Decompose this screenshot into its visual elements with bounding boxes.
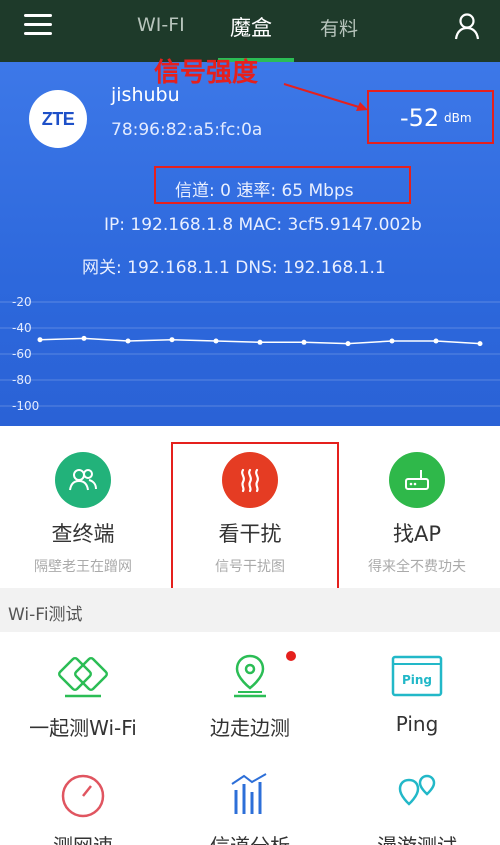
test-title: 漫游测试 bbox=[334, 830, 500, 845]
section-title: Wi-Fi测试 bbox=[8, 605, 83, 625]
signal-data-point bbox=[257, 339, 263, 345]
test-title: 测网速 bbox=[0, 830, 166, 845]
chart-y-tick-label: -80 bbox=[12, 373, 32, 387]
wifi-test-section-header: Wi-Fi测试 bbox=[0, 588, 500, 632]
tab-youliao[interactable]: 有料 bbox=[320, 14, 358, 41]
network-info-panel: ZTE jishubu 78:96:82:a5:fc:0a 信号强度 -52 d… bbox=[0, 58, 500, 426]
tool-subtitle: 隔壁老王在蹭网 bbox=[34, 559, 132, 575]
signal-data-point bbox=[389, 338, 395, 344]
signal-data-point bbox=[37, 337, 43, 343]
speedometer-icon bbox=[61, 774, 105, 818]
roaming-pins-icon bbox=[398, 774, 436, 806]
test-title: 边走边测 bbox=[210, 716, 290, 740]
ping-icon-label: Ping bbox=[402, 673, 432, 687]
test-title: Ping bbox=[395, 712, 439, 736]
signal-data-point bbox=[477, 341, 483, 347]
signal-data-point bbox=[301, 339, 307, 345]
test-walk-and-measure[interactable]: 边走边测 bbox=[167, 652, 333, 741]
test-title: 信道分析 bbox=[167, 830, 333, 845]
tool-subtitle: 得来全不费功夫 bbox=[368, 559, 466, 575]
gateway-dns-info: 网关: 192.168.1.1 DNS: 192.168.1.1 bbox=[82, 258, 386, 278]
test-ping[interactable]: Ping Ping bbox=[334, 652, 500, 736]
test-title: 一起测Wi-Fi bbox=[29, 716, 137, 740]
ping-icon: Ping bbox=[391, 655, 443, 697]
tab-mohe[interactable]: 魔盒 bbox=[230, 12, 272, 42]
signal-strength-unit: dBm bbox=[444, 111, 472, 125]
router-brand-logo: ZTE bbox=[29, 90, 87, 148]
chart-y-tick-label: -100 bbox=[12, 399, 39, 413]
tool-find-terminals[interactable]: 查终端 隔壁老王在蹭网 bbox=[0, 452, 166, 576]
signal-strength-value: -52 bbox=[400, 104, 440, 132]
signal-data-point bbox=[125, 338, 131, 344]
bar-chart-icon bbox=[231, 773, 267, 814]
signal-data-point bbox=[433, 338, 439, 344]
ip-mac-info: IP: 192.168.1.8 MAC: 3cf5.9147.002b bbox=[104, 215, 422, 235]
interference-highlight-box bbox=[171, 442, 339, 607]
signal-data-point bbox=[345, 341, 351, 347]
signal-data-point bbox=[213, 338, 219, 344]
signal-data-point bbox=[169, 337, 175, 343]
tool-title: 查终端 bbox=[51, 522, 115, 546]
chart-y-tick-label: -60 bbox=[12, 347, 32, 361]
handshake-icon bbox=[58, 657, 108, 698]
test-channel-analysis[interactable]: 信道分析 bbox=[167, 770, 333, 845]
chart-y-tick-label: -20 bbox=[12, 295, 32, 309]
chart-y-tick-label: -40 bbox=[12, 321, 32, 335]
users-icon bbox=[55, 452, 111, 508]
signal-strength-annotation: 信号强度 bbox=[154, 58, 259, 88]
signal-history-chart: -20 -40 -60 -80 -100 bbox=[0, 295, 500, 413]
user-profile-icon[interactable] bbox=[454, 12, 480, 40]
test-wifi-together[interactable]: 一起测Wi-Fi bbox=[0, 652, 166, 741]
tab-wifi[interactable]: WI-FI bbox=[137, 14, 185, 36]
tool-find-ap[interactable]: 找AP 得来全不费功夫 bbox=[334, 452, 500, 576]
location-pin-icon bbox=[234, 654, 266, 698]
hamburger-menu-icon[interactable] bbox=[24, 14, 52, 36]
notification-dot bbox=[286, 651, 296, 661]
network-bssid: 78:96:82:a5:fc:0a bbox=[111, 120, 263, 140]
signal-data-point bbox=[81, 335, 87, 341]
tool-title: 找AP bbox=[392, 522, 442, 546]
test-speed[interactable]: 测网速 bbox=[0, 770, 166, 845]
router-icon bbox=[389, 452, 445, 508]
test-roaming[interactable]: 漫游测试 bbox=[334, 770, 500, 845]
channel-rate-info: 信道: 0 速率: 65 Mbps bbox=[175, 181, 354, 201]
